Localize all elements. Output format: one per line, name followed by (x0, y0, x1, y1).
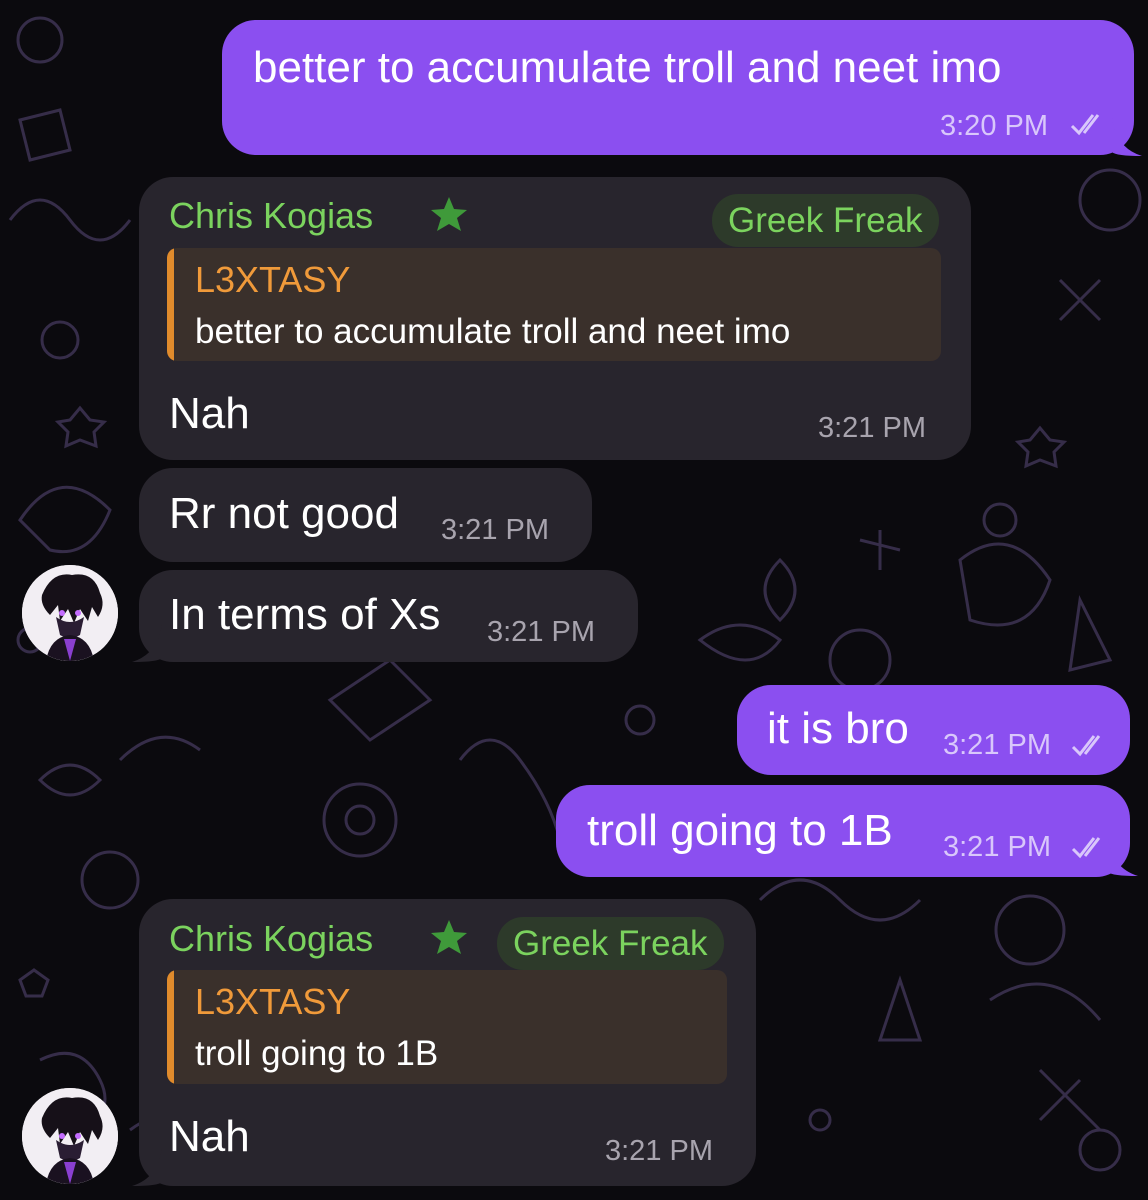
reply-author: L3XTASY (195, 259, 351, 300)
avatar-image (22, 1088, 118, 1184)
message-bubble-incoming[interactable]: Rr not good 3:21 PM (139, 468, 592, 562)
double-check-icon (1071, 837, 1101, 859)
message-time: 3:20 PM (940, 110, 1048, 142)
message-bubble-incoming[interactable]: Chris Kogias Greek Freak L3XTASY better … (139, 177, 971, 460)
double-check-icon (1070, 114, 1100, 136)
message-time: 3:21 PM (441, 514, 549, 546)
member-badge: Greek Freak (712, 194, 939, 247)
reply-accent-bar (167, 248, 174, 361)
reply-text: troll going to 1B (195, 1034, 439, 1073)
message-time: 3:21 PM (818, 412, 926, 444)
star-icon (431, 197, 467, 231)
reply-author: L3XTASY (195, 981, 351, 1022)
message-bubble-incoming[interactable]: Chris Kogias Greek Freak L3XTASY troll g… (139, 899, 756, 1186)
message-bubble-outgoing[interactable]: better to accumulate troll and neet imo … (222, 20, 1134, 155)
message-text: troll going to 1B (587, 806, 893, 855)
message-text: Nah (169, 1112, 250, 1161)
sender-name[interactable]: Chris Kogias (169, 198, 373, 234)
reply-accent-bar (167, 970, 174, 1084)
message-bubble-outgoing[interactable]: troll going to 1B 3:21 PM (556, 785, 1130, 877)
reply-text: better to accumulate troll and neet imo (195, 312, 791, 351)
reply-quote[interactable]: L3XTASY better to accumulate troll and n… (167, 248, 941, 361)
message-time: 3:21 PM (605, 1135, 713, 1167)
message-bubble-outgoing[interactable]: it is bro 3:21 PM (737, 685, 1130, 775)
message-text: it is bro (767, 704, 909, 753)
double-check-icon (1071, 735, 1101, 757)
bubble-tail (132, 624, 162, 662)
bubble-tail (1112, 118, 1142, 156)
message-time: 3:21 PM (943, 831, 1051, 863)
avatar[interactable] (22, 565, 118, 661)
message-text: better to accumulate troll and neet imo (253, 43, 1002, 92)
bubble-tail (132, 1148, 162, 1186)
message-time: 3:21 PM (487, 616, 595, 648)
avatar[interactable] (22, 1088, 118, 1184)
star-icon (431, 920, 467, 954)
message-text: Nah (169, 389, 250, 438)
reply-quote[interactable]: L3XTASY troll going to 1B (167, 970, 727, 1084)
message-text: In terms of Xs (169, 590, 441, 639)
message-text: Rr not good (169, 489, 399, 538)
bubble-tail (1108, 838, 1138, 876)
sender-name[interactable]: Chris Kogias (169, 921, 373, 957)
message-time: 3:21 PM (943, 729, 1051, 761)
avatar-image (22, 565, 118, 661)
message-bubble-incoming[interactable]: In terms of Xs 3:21 PM (139, 570, 638, 662)
member-badge: Greek Freak (497, 917, 724, 970)
